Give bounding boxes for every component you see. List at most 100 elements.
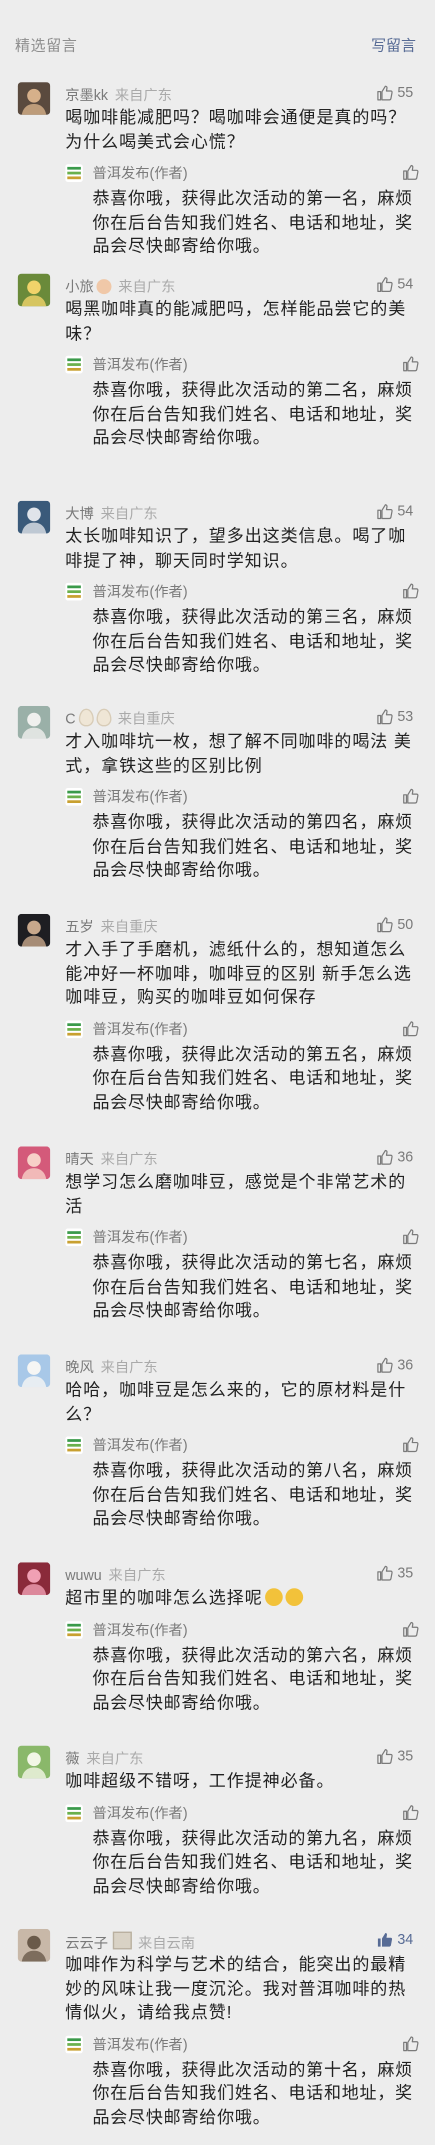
like-button[interactable]: 50 bbox=[377, 917, 413, 933]
comment-text-line: 为什么喝美式会心慌？ bbox=[65, 132, 245, 152]
featured-comments-title: 精选留言 bbox=[14, 38, 78, 55]
reply-like-button[interactable] bbox=[402, 163, 419, 188]
reply-text-line: 品会尽快邮寄给你哦。 bbox=[92, 1300, 271, 1321]
thumbs-up-icon bbox=[377, 85, 394, 101]
comment-text-line: 能冲好一杯咖啡，咖啡豆的区别 新手怎么选 bbox=[65, 963, 412, 983]
reply-like-button[interactable] bbox=[402, 1227, 419, 1252]
like-button[interactable]: 54 bbox=[377, 276, 414, 293]
reply-text-line: 品会尽快邮寄给你哦。 bbox=[92, 236, 271, 256]
reply-text-line: 品会尽快邮寄给你哦。 bbox=[92, 1692, 271, 1713]
reply-like-button[interactable] bbox=[402, 1619, 419, 1644]
avatar[interactable] bbox=[17, 500, 51, 534]
like-button[interactable]: 34 bbox=[377, 1932, 413, 1948]
like-button[interactable]: 36 bbox=[377, 1149, 413, 1166]
reply-text: 恭喜你哦，获得此次活动的第六名，麻烦 你在后台告知我们姓名、电话和地址，奖 品会尽快… bbox=[92, 1644, 424, 1716]
reply-text-line: 品会尽快邮寄给你哦。 bbox=[92, 428, 271, 448]
comment-text-line: 太长咖啡知识了，望多出这类信息。喝了咖 bbox=[65, 526, 407, 546]
comment-meta: 大博 来自广东 bbox=[65, 503, 157, 524]
comment-text: 咖啡作为科学与艺术的结合，能突出的最精 妙的风味让我一度沉沦。我对普洱咖啡的热 情似… bbox=[65, 1954, 421, 2026]
grin-emoji-icon bbox=[265, 1588, 284, 1607]
like-count: 50 bbox=[397, 916, 414, 933]
reply-text-line: 恭喜你哦，获得此次活动的第六名，麻烦 bbox=[92, 1645, 413, 1665]
like-button[interactable]: 36 bbox=[377, 1357, 413, 1373]
comment-meta: wuwu 来自广东 bbox=[65, 1565, 165, 1586]
reply-text-line: 品会尽快邮寄给你哦。 bbox=[92, 655, 271, 675]
reply-author-name: 普洱发布(作者) bbox=[92, 1437, 188, 1455]
comment-text-line: 哈哈，咖啡豆是怎么来的，它的原材料是什 bbox=[65, 1380, 407, 1400]
commenter-region: 来自广东 bbox=[100, 506, 158, 523]
reply-text: 恭喜你哦，获得此次活动的第四名，麻烦 你在后台告知我们姓名、电话和地址，奖 品会尽快… bbox=[92, 811, 424, 883]
like-button[interactable]: 35 bbox=[377, 1565, 413, 1581]
comment-meta: 云云子 来自云南 bbox=[65, 1931, 195, 1954]
avatar[interactable] bbox=[17, 1146, 51, 1180]
commenter-region: 来自广东 bbox=[100, 1151, 158, 1169]
commenter-name: 五岁 bbox=[65, 919, 94, 936]
reply-author-name: 普洱发布(作者) bbox=[92, 789, 188, 806]
commenter-region: 来自广东 bbox=[118, 279, 176, 296]
commenter-region: 来自广东 bbox=[86, 1751, 144, 1768]
reply-author-name: 普洱发布(作者) bbox=[92, 2036, 188, 2053]
reply-like-button[interactable] bbox=[402, 2034, 419, 2059]
reply-author-name: 普洱发布(作者) bbox=[92, 165, 188, 182]
avatar[interactable] bbox=[17, 705, 51, 739]
reply-like-button[interactable] bbox=[402, 1435, 419, 1460]
commenter-region: 来自重庆 bbox=[100, 919, 158, 936]
reply-like-button[interactable] bbox=[402, 787, 419, 812]
comment-text: 太长咖啡知识了，望多出这类信息。喝了咖 啡提了神，聊天同时学知识。 bbox=[65, 525, 421, 573]
thumbs-up-icon bbox=[377, 1357, 394, 1373]
reply-like-button[interactable] bbox=[402, 581, 419, 606]
thumbs-up-icon bbox=[377, 276, 394, 292]
comment-text-line: 才入咖啡坑一枚，想了解不同咖啡的喝法 美 bbox=[65, 731, 412, 752]
comment-meta: 京墨kk 来自广东 bbox=[65, 85, 172, 106]
comment-text-line: 活 bbox=[65, 1196, 84, 1216]
reply-text-line: 恭喜你哦，获得此次活动的第一名，麻烦 bbox=[92, 188, 413, 208]
like-count: 35 bbox=[397, 1748, 414, 1765]
avatar[interactable] bbox=[17, 1928, 51, 1962]
emoji-icon bbox=[96, 279, 112, 295]
avatar[interactable] bbox=[17, 273, 51, 307]
thumbs-up-icon bbox=[377, 503, 394, 520]
like-count: 54 bbox=[397, 503, 414, 520]
grin-emoji-icon bbox=[285, 1588, 304, 1607]
like-count: 36 bbox=[397, 1357, 414, 1374]
like-button[interactable]: 54 bbox=[377, 503, 414, 520]
avatar[interactable] bbox=[17, 1562, 51, 1596]
reply-text-line: 恭喜你哦，获得此次活动的第七名，麻烦 bbox=[92, 1253, 413, 1273]
author-logo-icon bbox=[65, 1019, 83, 1038]
like-button[interactable]: 53 bbox=[377, 709, 413, 725]
comment-text: 超市里的咖啡怎么选择呢 bbox=[65, 1587, 421, 1611]
avatar[interactable] bbox=[17, 1745, 51, 1779]
commenter-name: wuwu bbox=[65, 1567, 102, 1585]
reply-like-button[interactable] bbox=[402, 1018, 419, 1043]
write-comment-link[interactable]: 写留言 bbox=[371, 34, 416, 56]
like-button[interactable]: 35 bbox=[377, 1748, 414, 1765]
avatar[interactable] bbox=[17, 913, 51, 947]
avatar[interactable] bbox=[17, 82, 51, 115]
author-logo-icon bbox=[65, 1228, 83, 1247]
commenter-name: 小旅 bbox=[65, 279, 94, 296]
reply-like-button[interactable] bbox=[402, 354, 419, 379]
like-button[interactable]: 55 bbox=[377, 85, 413, 101]
reply-text: 恭喜你哦，获得此次活动的第二名，麻烦 你在后台告知我们姓名、电话和地址，奖 品会尽快… bbox=[92, 379, 424, 451]
reply-text-line: 你在后台告知我们姓名、电话和地址，奖 bbox=[92, 1068, 413, 1088]
reply-text-line: 恭喜你哦，获得此次活动的第十名，麻烦 bbox=[92, 2059, 413, 2079]
commenter-name: 大博 bbox=[65, 506, 94, 523]
egg-emoji-icon bbox=[95, 708, 111, 727]
avatar[interactable] bbox=[17, 1354, 51, 1388]
commenter-region: 来自广东 bbox=[100, 1359, 158, 1377]
comment-text: 喝黑咖啡真的能减肥吗，怎样能品尝它的美 味？ bbox=[65, 298, 421, 346]
reply-text: 恭喜你哦，获得此次活动的第八名，麻烦 你在后台告知我们姓名、电话和地址，奖 品会尽快… bbox=[92, 1460, 424, 1532]
comment-text-line: 味？ bbox=[65, 323, 102, 343]
author-logo-icon bbox=[65, 1803, 83, 1822]
commenter-name: 晴天 bbox=[65, 1151, 94, 1169]
comment-text-line: 喝黑咖啡真的能减肥吗，怎样能品尝它的美 bbox=[65, 299, 407, 319]
comment-text-line: 才入手了手磨机，滤纸什么的，想知道怎么 bbox=[65, 939, 407, 959]
like-count: 54 bbox=[397, 276, 414, 293]
comment-meta: 五岁 来自重庆 bbox=[65, 917, 157, 938]
thumbs-up-icon bbox=[377, 917, 394, 933]
comment-text-line: 式，拿铁这些的区别比例 bbox=[65, 755, 263, 775]
commenter-name: 云云子 bbox=[65, 1935, 109, 1953]
reply-text: 恭喜你哦，获得此次活动的第七名，麻烦 你在后台告知我们姓名、电话和地址，奖 品会尽快… bbox=[92, 1252, 424, 1324]
reply-like-button[interactable] bbox=[402, 1802, 419, 1827]
reply-text: 恭喜你哦，获得此次活动的第十名，麻烦 你在后台告知我们姓名、电话和地址，奖 品会尽快… bbox=[92, 2058, 424, 2130]
